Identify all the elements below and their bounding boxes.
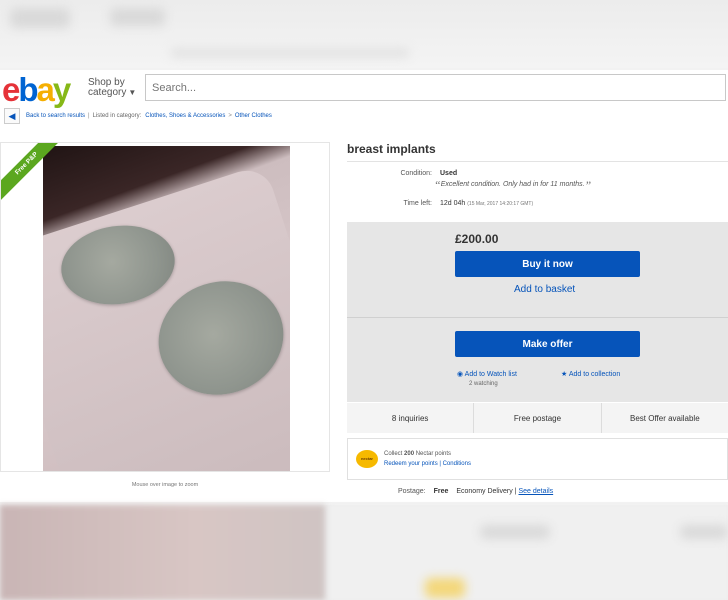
ebay-listing-page: ebay Shop by category▼ ◀ Back to search … — [0, 70, 728, 502]
blurred-shape — [170, 48, 410, 58]
item-title: breast implants — [347, 142, 436, 156]
divider — [347, 161, 728, 162]
blurred-shape — [425, 578, 465, 598]
category-link-clothes[interactable]: Clothes, Shoes & Accessories — [145, 113, 225, 119]
item-image-panel[interactable]: Free P&P — [0, 142, 330, 472]
free-postage-info: Free postage — [474, 403, 602, 433]
add-to-collection-link[interactable]: ★ Add to collection — [561, 370, 620, 378]
breadcrumb: ◀ Back to search results | Listed in cat… — [0, 108, 272, 124]
search-input[interactable] — [146, 75, 725, 100]
postage-label: Postage: — [398, 488, 426, 495]
blurred-photo-thumbnail — [0, 505, 325, 600]
time-left-value: 12d 04h (15 Mar, 2017 14:20:17 GMT) — [440, 200, 534, 207]
time-left-label: Time left: — [403, 200, 432, 207]
postage-free: Free — [433, 488, 449, 495]
star-icon: ★ — [561, 371, 568, 378]
item-photo[interactable] — [43, 146, 290, 471]
condition-note: “Excellent condition. Only had in for 11… — [434, 178, 592, 192]
watching-count: 2 watching — [469, 381, 498, 387]
price: £200.00 — [455, 232, 499, 246]
add-to-basket-link[interactable]: Add to basket — [514, 284, 575, 295]
chevron-down-icon: ▼ — [128, 88, 137, 97]
zoom-caption: Mouse over image to zoom — [131, 482, 199, 488]
buy-box-divider — [347, 317, 728, 318]
shop-by-category-button[interactable]: Shop by category ▼ — [88, 78, 136, 98]
nectar-redeem-link[interactable]: Redeem your points | Conditions — [384, 461, 471, 467]
back-to-search-link[interactable]: Back to search results — [26, 113, 85, 119]
see-details-link[interactable]: See details — [519, 488, 554, 495]
listed-in-label: Listed in category: — [92, 113, 142, 119]
inquiries-count: 8 inquiries — [347, 403, 475, 433]
blurred-shape — [680, 525, 728, 539]
blurred-shape — [10, 8, 70, 28]
eye-icon: ◉ — [457, 371, 464, 378]
best-offer-info: Best Offer available — [601, 403, 728, 433]
buy-box: £200.00 Buy it now Add to basket Make of… — [347, 222, 728, 402]
buy-it-now-button[interactable]: Buy it now — [455, 251, 640, 277]
nectar-points-box: nectar Collect 200 Nectar points Redeem … — [347, 438, 728, 480]
condition-label: Condition: — [400, 170, 432, 177]
ebay-logo[interactable]: ebay — [2, 72, 71, 108]
back-arrow-icon[interactable]: ◀ — [4, 108, 20, 124]
blurred-panel — [330, 505, 728, 600]
search-bar[interactable] — [145, 74, 726, 101]
make-offer-button[interactable]: Make offer — [455, 331, 640, 357]
condition-value: Used — [440, 170, 458, 177]
nectar-logo-icon: nectar — [356, 450, 378, 468]
postage-row: Postage: Free Economy Delivery | See det… — [398, 488, 554, 495]
category-link-other-clothes[interactable]: Other Clothes — [235, 113, 272, 119]
blurred-shape — [110, 8, 165, 26]
add-to-watch-list-link[interactable]: ◉ Add to Watch list — [457, 370, 517, 378]
info-bar: 8 inquiries Free postage Best Offer avai… — [347, 403, 728, 433]
nectar-collect-text: Collect 200 Nectar points — [384, 451, 452, 457]
blurred-shape — [480, 525, 550, 539]
category-label: category — [88, 87, 127, 98]
postage-service: Economy Delivery — [456, 488, 513, 495]
